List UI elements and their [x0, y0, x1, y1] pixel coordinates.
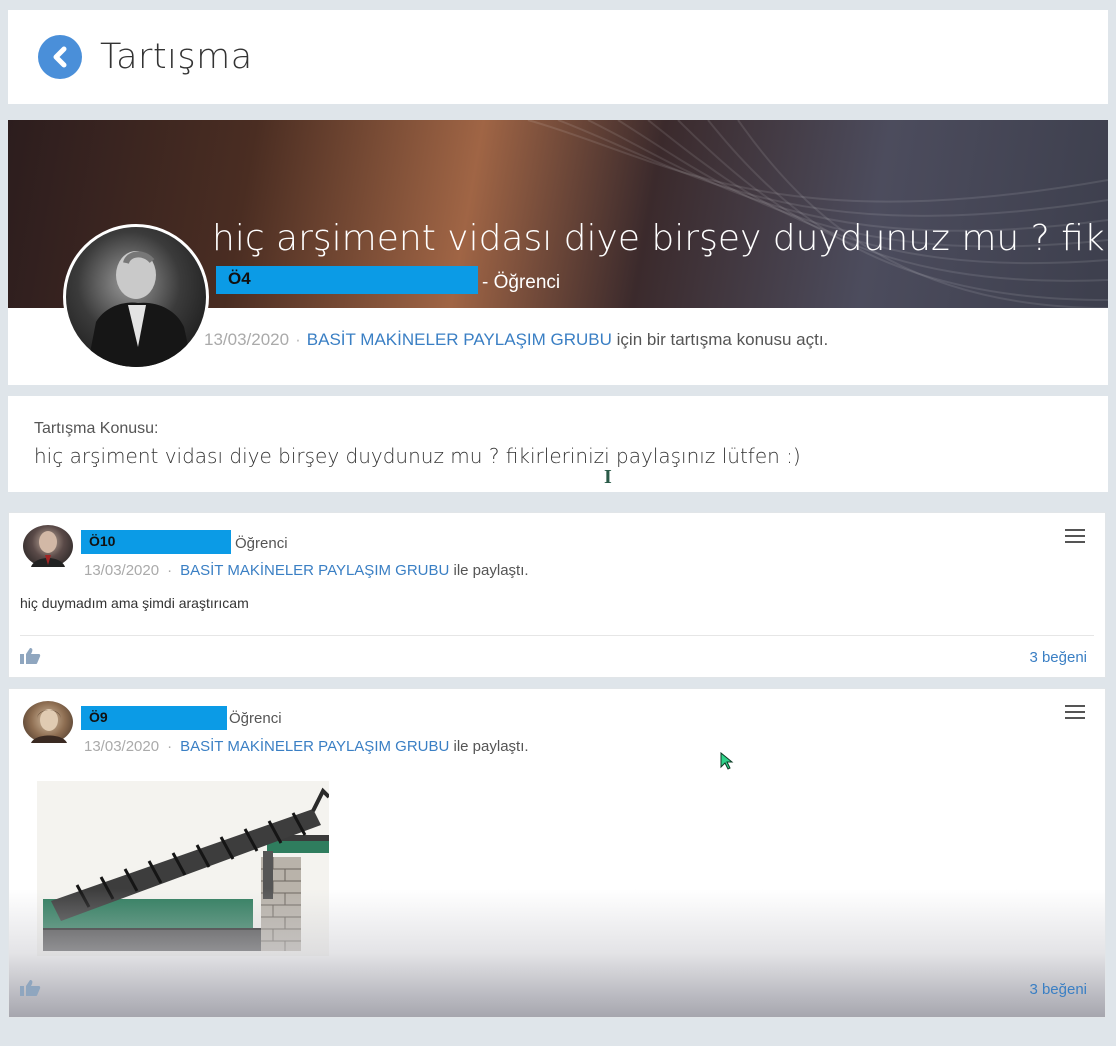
post-author-role: Öğrenci: [235, 535, 288, 552]
thumbs-up-icon: [20, 648, 41, 664]
topic-header-card: hiç arşiment vidası diye birşey duydunuz…: [8, 120, 1108, 385]
group-link[interactable]: BASİT MAKİNELER PAYLAŞIM GRUBU: [180, 738, 449, 755]
chevron-left-icon: [53, 46, 67, 68]
topic-meta: 13/03/2020 · BASİT MAKİNELER PAYLAŞIM GRUB…: [204, 330, 828, 350]
text-cursor-icon: I: [604, 466, 612, 488]
avatar-portrait: [31, 531, 65, 567]
post-action-text: ile paylaştı.: [453, 738, 529, 755]
like-count[interactable]: 3 beğeni: [1029, 981, 1087, 998]
meta-separator: ·: [167, 562, 173, 579]
post-action-text: ile paylaştı.: [453, 562, 529, 579]
post-date: 13/03/2020: [84, 562, 160, 579]
menu-icon-line: [1065, 535, 1085, 537]
post-menu-button[interactable]: [1065, 705, 1085, 723]
menu-icon-line: [1065, 711, 1085, 713]
description-text: hiç arşiment vidası diye birşey duydunuz…: [34, 444, 801, 468]
topic-title: hiç arşiment vidası diye birşey duydunuz…: [212, 218, 1108, 259]
topic-author-role: - Öğrenci: [482, 272, 561, 293]
menu-icon-line: [1065, 705, 1085, 707]
post-image-archimedes-screw[interactable]: [37, 781, 331, 956]
avatar[interactable]: [23, 701, 73, 743]
meta-separator: ·: [295, 330, 301, 349]
group-link[interactable]: BASİT MAKİNELER PAYLAŞIM GRUBU: [307, 330, 612, 349]
comment-post: Ö9 Öğrenci 13/03/2020 · BASİT MAKİNELER PA…: [8, 688, 1106, 1018]
thumbs-up-icon: [20, 980, 41, 996]
meta-separator: ·: [167, 738, 173, 755]
like-button[interactable]: [19, 979, 41, 1002]
archimedes-screw-illustration: [37, 781, 331, 956]
menu-icon-line: [1065, 717, 1085, 719]
topic-date: 13/03/2020: [204, 330, 290, 349]
page-header: Tartışma: [8, 10, 1108, 104]
post-author-name[interactable]: Ö9: [81, 706, 227, 730]
post-author-name[interactable]: Ö10: [81, 530, 231, 554]
post-menu-button[interactable]: [1065, 529, 1085, 547]
post-divider: [20, 635, 1094, 636]
post-author-role: Öğrenci: [229, 710, 282, 727]
group-link[interactable]: BASİT MAKİNELER PAYLAŞIM GRUBU: [180, 562, 449, 579]
post-meta: 13/03/2020 · BASİT MAKİNELER PAYLAŞIM GRUB…: [84, 562, 529, 579]
page-bottom-gap: [0, 1020, 1116, 1046]
like-button[interactable]: [19, 647, 41, 670]
avatar-portrait: [87, 251, 193, 367]
post-text: hiç duymadım ama şimdi araştırıcam: [20, 595, 249, 611]
topic-description-card: Tartışma Konusu: hiç arşiment vidası diy…: [8, 396, 1108, 492]
post-footer: 3 beğeni: [9, 965, 1105, 1017]
menu-icon-line: [1065, 529, 1085, 531]
post-meta: 13/03/2020 · BASİT MAKİNELER PAYLAŞIM GRUB…: [84, 738, 529, 755]
topic-author-avatar[interactable]: [63, 224, 209, 370]
back-button[interactable]: [38, 35, 82, 79]
description-label: Tartışma Konusu:: [34, 420, 159, 437]
page-title: Tartışma: [100, 37, 253, 77]
post-date: 13/03/2020: [84, 738, 160, 755]
menu-icon-line: [1065, 541, 1085, 543]
avatar-portrait: [31, 709, 67, 743]
topic-author-name[interactable]: Ö4: [216, 266, 478, 294]
avatar[interactable]: [23, 525, 73, 567]
mouse-pointer-icon: [720, 751, 734, 775]
like-count[interactable]: 3 beğeni: [1029, 649, 1087, 666]
topic-action-text: için bir tartışma konusu açtı.: [616, 330, 829, 349]
comment-post: Ö10 Öğrenci 13/03/2020 · BASİT MAKİNELER P…: [8, 512, 1106, 678]
